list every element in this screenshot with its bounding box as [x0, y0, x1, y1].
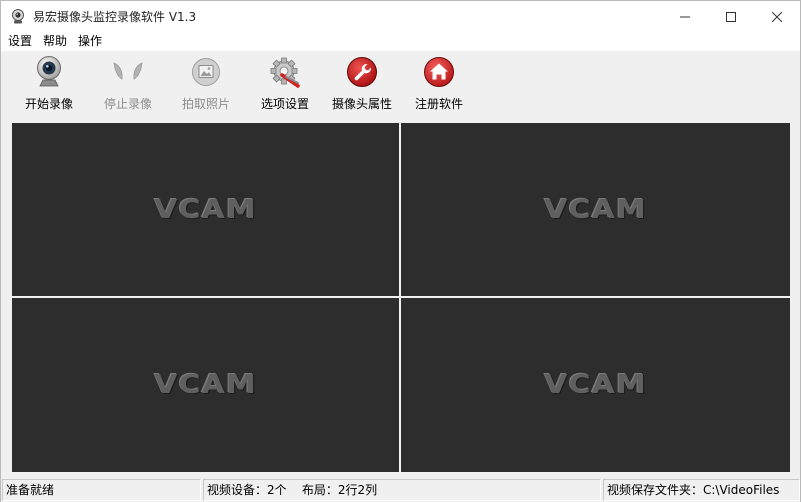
webcam-icon	[31, 54, 67, 90]
register-label: 注册软件	[414, 97, 463, 111]
status-device-layout: 视频设备：2个 布局：2行2列	[203, 479, 601, 501]
home-icon	[421, 54, 457, 90]
window-title: 易宏摄像头监控录像软件 V1.3	[33, 10, 197, 24]
title-bar[interactable]: 易宏摄像头监控录像软件 V1.3	[1, 1, 800, 32]
status-folder: 视频保存文件夹：C:\VideoFiles	[603, 479, 800, 501]
toolbar: 开始录像 停止录像 拍取照片 选项设置 摄像头属性 注册软件	[1, 51, 800, 118]
vcam-placeholder: VCAM	[544, 194, 647, 225]
video-cell-3[interactable]: VCAM	[12, 298, 399, 472]
video-grid: VCAM VCAM VCAM VCAM	[11, 122, 791, 474]
stop-record-icon	[110, 54, 146, 90]
status-bar: 准备就绪 视频设备：2个 布局：2行2列 视频保存文件夹：C:\VideoFil…	[1, 478, 800, 502]
camera-properties-button[interactable]: 摄像头属性	[330, 51, 394, 118]
status-ready: 准备就绪	[2, 479, 201, 501]
status-layout: 布局：2行2列	[301, 483, 378, 497]
photo-icon	[188, 54, 224, 90]
status-devices: 视频设备：2个	[207, 483, 287, 497]
menu-help[interactable]: 帮助	[37, 32, 72, 51]
minimize-icon	[680, 16, 690, 17]
start-record-button[interactable]: 开始录像	[23, 51, 75, 118]
menu-bar: 设置 帮助 操作	[1, 32, 800, 51]
vcam-placeholder: VCAM	[154, 370, 257, 400]
maximize-button[interactable]	[708, 1, 754, 32]
close-button[interactable]	[754, 1, 800, 32]
video-cell-4[interactable]: VCAM	[401, 298, 790, 472]
options-label: 选项设置	[260, 97, 309, 111]
vcam-placeholder: VCAM	[544, 370, 647, 400]
wrench-icon	[344, 54, 380, 90]
video-cell-2[interactable]: VCAM	[401, 123, 790, 296]
gear-tools-icon	[267, 54, 303, 90]
start-record-label: 开始录像	[24, 97, 73, 111]
stop-record-label: 停止录像	[103, 97, 152, 111]
minimize-button[interactable]	[662, 1, 708, 32]
app-window: 易宏摄像头监控录像软件 V1.3 设置 帮助 操作 开始录像 停止录像 拍取照片…	[0, 0, 801, 502]
take-photo-label: 拍取照片	[181, 97, 230, 111]
register-button[interactable]: 注册软件	[413, 51, 465, 118]
take-photo-button[interactable]: 拍取照片	[180, 51, 232, 118]
menu-actions[interactable]: 操作	[72, 32, 107, 51]
vcam-placeholder: VCAM	[154, 194, 257, 225]
video-cell-1[interactable]: VCAM	[12, 123, 399, 296]
options-button[interactable]: 选项设置	[259, 51, 311, 118]
webcam-app-icon	[10, 9, 26, 25]
stop-record-button[interactable]: 停止录像	[102, 51, 154, 118]
close-icon	[772, 11, 782, 22]
window-controls	[662, 1, 800, 32]
menu-settings[interactable]: 设置	[1, 32, 37, 51]
maximize-icon	[726, 11, 736, 22]
camera-properties-label: 摄像头属性	[331, 97, 392, 111]
